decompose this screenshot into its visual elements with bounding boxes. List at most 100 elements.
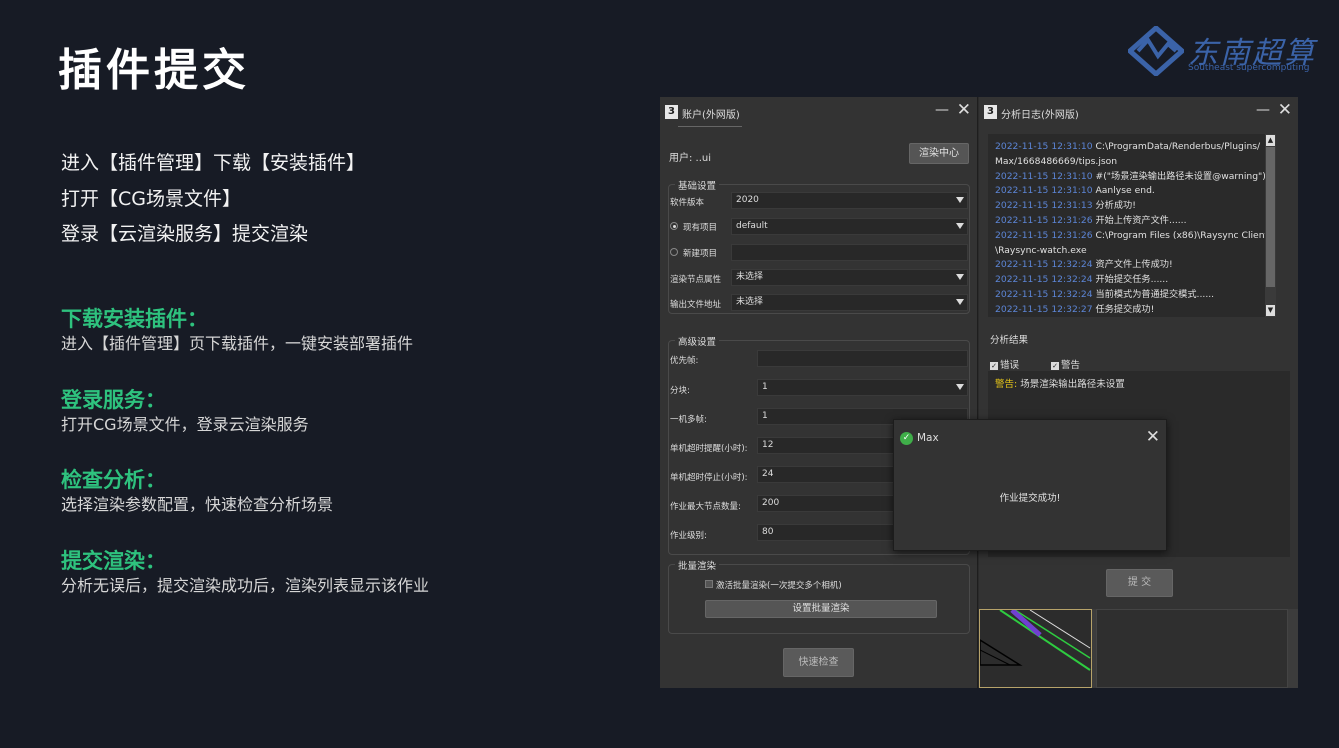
error-checkbox[interactable]: ✓ 错误 [990, 357, 1019, 371]
log-line: Max/1668486669/tips.json [995, 155, 1118, 167]
section-text: 进入【插件管理】页下载插件，一键安装部署插件 [61, 334, 414, 353]
section-text: 分析无误后，提交渲染成功后，渲染列表显示该作业 [61, 575, 430, 595]
app-logo-icon: 3 [665, 105, 678, 119]
app-logo-icon: 3 [984, 105, 997, 119]
scroll-up-icon[interactable]: ▲ [1266, 135, 1275, 146]
submit-button[interactable]: 提 交 [1106, 569, 1173, 597]
log-line: 2022-11-15 12:32:24 开始提交任务...... [995, 274, 1169, 286]
close-button[interactable]: ✕ [1278, 100, 1292, 120]
section-heading: 登录服务： [61, 387, 166, 412]
section-text: 打开CG场景文件，登录云渲染服务 [61, 414, 309, 434]
intro-line: 打开【CG场景文件】 [61, 187, 241, 210]
section-submit: 提交渲染： 分析无误后，提交渲染成功后，渲染列表显示该作业 [61, 547, 429, 628]
priority-input[interactable] [757, 350, 968, 367]
software-version-select[interactable]: 2020 [731, 192, 968, 209]
software-version-label: 软件版本 [670, 198, 705, 208]
existing-project-radio[interactable] [670, 222, 678, 230]
warning-checkbox[interactable]: ✓ 警告 [1051, 357, 1080, 371]
intro-line: 进入【插件管理】下载【安装插件】 [61, 152, 366, 174]
log-line: 2022-11-15 12:31:26 开始上传资产文件...... [995, 214, 1187, 226]
group-title: 批量渲染 [675, 558, 720, 572]
batch-render-checkbox[interactable] [705, 580, 713, 588]
window-title: 账户(外网版) [682, 110, 740, 121]
intro-line: 登录【云渲染服务】提交渲染 [61, 223, 309, 245]
dropdown-arrow-icon [956, 223, 964, 229]
select-value: 未选择 [736, 272, 764, 282]
batch-render-label: 激活批量渲染(一次提交多个相机) [716, 581, 842, 591]
blocks-label: 分块: [670, 386, 690, 396]
multi-frame-label: 一机多帧: [670, 415, 707, 425]
intro-list: 进入【插件管理】下载【安装插件】 打开【CG场景文件】 登录【云渲染服务】提交渲… [61, 146, 365, 253]
success-dialog: ✓ Max ✕ 作业提交成功! [893, 419, 1167, 551]
render-center-button[interactable]: 渲染中心 [909, 143, 969, 164]
dropdown-arrow-icon [956, 384, 964, 390]
new-project-label: 新建项目 [683, 249, 718, 259]
scroll-thumb[interactable] [1266, 147, 1275, 287]
log-titlebar: 3 分析日志(外网版) — ✕ [979, 97, 1298, 129]
dropdown-arrow-icon [956, 274, 964, 280]
log-line: 2022-11-15 12:31:10 #("场景渲染输出路径未设置@warni… [995, 170, 1266, 182]
slide-title: 插件提交 [58, 45, 250, 96]
checkmark-icon: ✓ [1051, 361, 1059, 370]
log-line: 2022-11-15 12:31:10 Aanlyse end. [995, 185, 1155, 197]
tab-underline [678, 126, 742, 127]
select-value: 未选择 [736, 297, 764, 307]
log-line: 2022-11-15 12:31:26 C:\Program Files (x8… [995, 229, 1269, 241]
plugin-screenshot: 3 账户(外网版) — ✕ 用户: ..ui 渲染中心 基础设置 软件版本 20… [660, 97, 1298, 688]
account-titlebar: 3 账户(外网版) — ✕ [660, 97, 977, 129]
priority-label: 优先帧: [670, 356, 699, 366]
window-title: 分析日志(外网版) [1001, 110, 1079, 121]
job-level-label: 作业级别: [670, 531, 707, 541]
timeout-remind-label: 单机超时提醒(小时): [670, 444, 748, 454]
results-label: 分析结果 [990, 335, 1029, 346]
node-attr-select[interactable]: 未选择 [731, 269, 968, 286]
log-output[interactable]: 2022-11-15 12:31:10 C:\ProgramData/Rende… [988, 134, 1276, 317]
new-project-radio[interactable] [670, 248, 678, 256]
scene-viewport[interactable] [979, 609, 1092, 688]
minimize-button[interactable]: — [1256, 102, 1270, 118]
existing-project-select[interactable]: default [731, 218, 968, 235]
section-heading: 下载安装插件： [61, 307, 208, 331]
log-line: 2022-11-15 12:32:27 任务提交成功! [995, 303, 1155, 315]
blocks-select[interactable]: 1 [757, 379, 968, 396]
dropdown-arrow-icon [956, 197, 964, 203]
logo-text-en: Southeast supercomputing [1188, 63, 1310, 73]
scroll-down-icon[interactable]: ▼ [1266, 305, 1275, 316]
warning-prefix: 警告: [995, 379, 1018, 390]
output-path-select[interactable]: 未选择 [731, 294, 968, 311]
group-title: 高级设置 [675, 334, 720, 348]
log-line: \Raysync-watch.exe [995, 244, 1087, 256]
batch-render-group: 批量渲染 [668, 558, 970, 634]
secondary-viewport[interactable] [1096, 609, 1288, 688]
user-label: 用户: ..ui [669, 153, 712, 164]
account-window: 3 账户(外网版) — ✕ 用户: ..ui 渲染中心 基础设置 软件版本 20… [660, 97, 978, 688]
node-attr-label: 渲染节点属性 [670, 275, 722, 285]
minimize-button[interactable]: — [935, 102, 949, 118]
viewport-area [979, 609, 1298, 688]
success-check-icon: ✓ [900, 432, 913, 445]
close-button[interactable]: ✕ [957, 100, 971, 120]
logo-mark-icon [1128, 26, 1184, 76]
close-button[interactable]: ✕ [1146, 427, 1160, 447]
step-sections: 下载安装插件： 进入【插件管理】页下载插件，一键安装部署插件 登录服务： 打开C… [61, 305, 429, 627]
company-logo: 东南超算 Southeast supercomputing [1128, 26, 1314, 76]
log-line: 2022-11-15 12:31:10 C:\ProgramData/Rende… [995, 141, 1261, 152]
select-value: default [736, 221, 768, 231]
log-scrollbar[interactable]: ▲ ▼ [1265, 134, 1276, 317]
quick-check-button[interactable]: 快速检查 [783, 648, 854, 677]
section-heading: 检查分析： [61, 468, 166, 492]
timeout-stop-label: 单机超时停止(小时): [670, 473, 748, 483]
new-project-input[interactable] [731, 244, 968, 261]
section-text: 选择渲染参数配置，快速检查分析场景 [61, 495, 334, 514]
dropdown-arrow-icon [956, 299, 964, 305]
batch-settings-button[interactable]: 设置批量渲染 [705, 600, 937, 618]
select-value: 1 [762, 382, 768, 392]
output-path-label: 输出文件地址 [670, 300, 722, 310]
dialog-title: Max [917, 432, 939, 444]
log-line: 2022-11-15 12:32:24 资产文件上传成功! [995, 259, 1173, 271]
existing-project-label: 现有项目 [683, 223, 718, 233]
section-heading: 提交渲染： [61, 548, 166, 573]
group-title: 基础设置 [675, 178, 720, 192]
dialog-message: 作业提交成功! [999, 493, 1061, 504]
section-download: 下载安装插件： 进入【插件管理】页下载插件，一键安装部署插件 [61, 305, 429, 386]
